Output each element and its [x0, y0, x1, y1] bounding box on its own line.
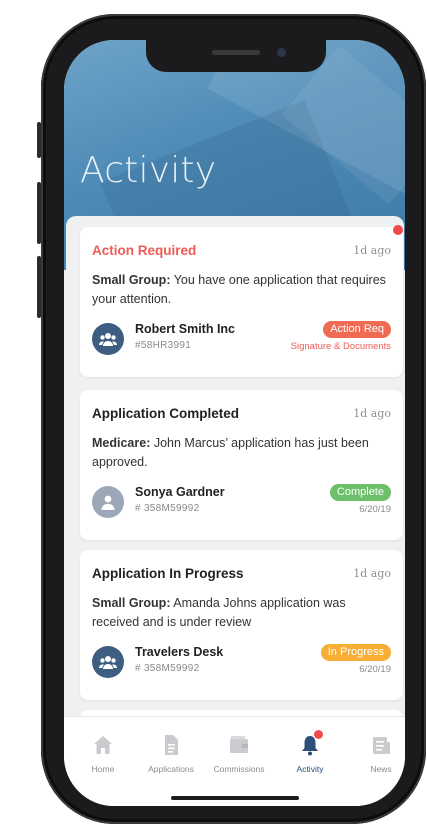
newspaper-icon — [373, 737, 390, 754]
home-indicator — [171, 796, 299, 800]
status-badge: In Progress — [320, 644, 391, 661]
client-name: Robert Smith Inc — [135, 322, 236, 336]
tab-home[interactable]: Home — [68, 733, 138, 774]
wallet-icon — [230, 736, 248, 753]
unread-indicator — [393, 225, 403, 235]
card-message: Medicare: John Marcus’ application has j… — [92, 434, 392, 472]
card-title: Application In Progress — [92, 566, 244, 581]
group-avatar — [92, 646, 124, 678]
activity-card-application-completed[interactable]: Application Completed 1d ago Medicare: J… — [80, 390, 403, 540]
card-message: Small Group: You have one application th… — [92, 271, 392, 309]
status-badge: Action Req — [323, 321, 391, 338]
status-date: 6/20/19 — [359, 664, 391, 675]
card-timestamp: 1d ago — [353, 407, 391, 420]
pending-requirements: Signature & Documents — [290, 341, 391, 352]
status-date: 6/20/19 — [359, 504, 391, 515]
client-id: # 358M59992 — [135, 503, 200, 514]
card-title: Application Completed — [92, 406, 240, 421]
tab-label: Applications — [148, 764, 194, 774]
home-icon — [94, 736, 112, 754]
tab-commissions[interactable]: Commissions — [204, 733, 274, 774]
tab-applications[interactable]: Applications — [136, 733, 206, 774]
client-name: Sonya Gardner — [135, 485, 225, 499]
app-screen: Activity Action Required 1d ago Small Gr… — [64, 40, 405, 806]
person-avatar — [92, 486, 124, 518]
notification-dot — [314, 730, 323, 739]
client-name: Travelers Desk — [135, 645, 224, 659]
status-badge: Complete — [329, 484, 391, 501]
activity-card-application-in-progress[interactable]: Application In Progress 1d ago Small Gro… — [80, 550, 403, 700]
tab-activity[interactable]: Activity — [275, 730, 345, 774]
tab-news[interactable]: News — [346, 733, 405, 774]
bottom-tab-bar: Home Applications Commissions Activity N… — [64, 716, 405, 806]
card-message-category: Small Group: — [92, 596, 171, 610]
person-icon — [101, 495, 115, 510]
group-icon — [99, 656, 117, 669]
tab-label: Activity — [296, 764, 324, 774]
tab-label: News — [370, 764, 392, 774]
card-message-category: Medicare: — [92, 436, 151, 450]
group-avatar — [92, 323, 124, 355]
document-icon — [165, 735, 178, 755]
card-message-category: Small Group: — [92, 273, 171, 287]
activity-card-action-required[interactable]: Action Required 1d ago Small Group: You … — [80, 227, 403, 377]
tab-label: Home — [91, 764, 115, 774]
front-camera — [277, 48, 286, 57]
client-id: # 358M59992 — [135, 663, 200, 674]
card-message: Small Group: Amanda Johns application wa… — [92, 594, 392, 632]
tab-label: Commissions — [213, 764, 265, 774]
page-title: Activity — [80, 150, 217, 191]
card-timestamp: 1d ago — [353, 244, 391, 257]
card-timestamp: 1d ago — [353, 567, 391, 580]
group-icon — [99, 333, 117, 346]
phone-notch — [146, 40, 326, 72]
card-title: Action Required — [92, 243, 197, 258]
client-id: #58HR3991 — [135, 340, 192, 351]
speaker-grille — [212, 50, 260, 55]
